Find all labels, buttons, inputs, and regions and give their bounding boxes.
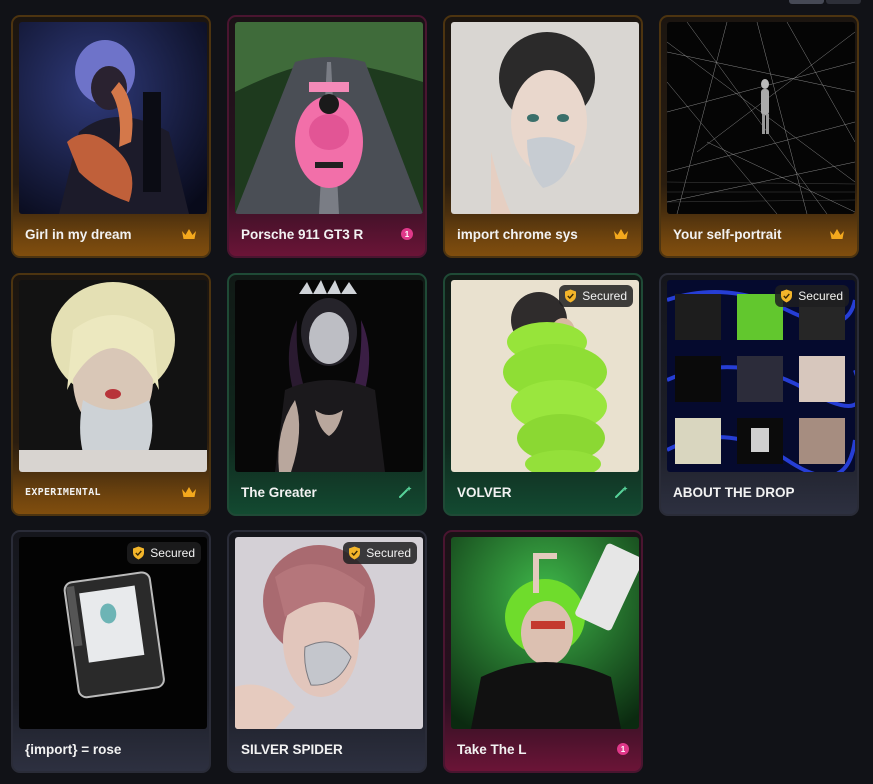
nft-image: Secured bbox=[667, 280, 855, 472]
nft-image: Secured bbox=[451, 280, 639, 472]
nft-card[interactable]: EXPERIMENTAL bbox=[11, 273, 211, 516]
nft-title: VOLVER bbox=[457, 484, 512, 500]
crown-icon bbox=[830, 229, 844, 239]
nft-title: EXPERIMENTAL bbox=[25, 486, 101, 498]
magic-wand-icon bbox=[399, 486, 412, 498]
nft-image bbox=[451, 22, 639, 214]
nft-image bbox=[451, 537, 639, 729]
crown-icon bbox=[182, 487, 196, 497]
nft-card[interactable]: Secured {import} = rose bbox=[11, 530, 211, 773]
nft-image bbox=[235, 280, 423, 472]
nft-card[interactable]: Your self-portrait bbox=[659, 15, 859, 258]
nft-card[interactable]: Take The L 1 bbox=[443, 530, 643, 773]
nft-title: SILVER SPIDER bbox=[241, 741, 343, 757]
nft-title: The Greater bbox=[241, 484, 317, 500]
secured-badge: Secured bbox=[343, 542, 417, 564]
nft-title: Girl in my dream bbox=[25, 226, 132, 242]
secured-badge: Secured bbox=[775, 285, 849, 307]
nft-card[interactable]: Secured SILVER SPIDER bbox=[227, 530, 427, 773]
nft-title: Porsche 911 GT3 R bbox=[241, 226, 364, 242]
nft-image bbox=[19, 280, 207, 472]
nft-image: Secured bbox=[235, 537, 423, 729]
shield-check-icon bbox=[565, 289, 577, 303]
shield-check-icon bbox=[349, 546, 361, 560]
nft-card[interactable]: Secured ABOUT THE DROP bbox=[659, 273, 859, 516]
notification-count-badge: 1 bbox=[401, 228, 413, 240]
nft-card[interactable]: import chrome sys bbox=[443, 15, 643, 258]
nft-card[interactable]: The Greater bbox=[227, 273, 427, 516]
nft-image: Secured bbox=[19, 537, 207, 729]
crown-icon bbox=[182, 229, 196, 239]
nft-title: ABOUT THE DROP bbox=[673, 484, 795, 500]
secured-label: Secured bbox=[798, 289, 843, 303]
nft-image bbox=[19, 22, 207, 214]
magic-wand-icon bbox=[615, 486, 628, 498]
nft-card[interactable]: Girl in my dream bbox=[11, 15, 211, 258]
view-toggle-grid[interactable] bbox=[789, 0, 824, 4]
crown-icon bbox=[614, 229, 628, 239]
secured-badge: Secured bbox=[559, 285, 633, 307]
nft-title: Your self-portrait bbox=[673, 226, 782, 242]
nft-title: import chrome sys bbox=[457, 226, 578, 242]
secured-label: Secured bbox=[582, 289, 627, 303]
view-toggle-list[interactable] bbox=[826, 0, 861, 4]
secured-badge: Secured bbox=[127, 542, 201, 564]
shield-check-icon bbox=[781, 289, 793, 303]
notification-count-badge: 1 bbox=[617, 743, 629, 755]
nft-image bbox=[667, 22, 855, 214]
secured-label: Secured bbox=[150, 546, 195, 560]
nft-card[interactable]: Secured VOLVER bbox=[443, 273, 643, 516]
nft-image bbox=[235, 22, 423, 214]
view-toggle[interactable] bbox=[789, 0, 861, 4]
secured-label: Secured bbox=[366, 546, 411, 560]
nft-title: Take The L bbox=[457, 741, 527, 757]
nft-card[interactable]: Porsche 911 GT3 R 1 bbox=[227, 15, 427, 258]
nft-title: {import} = rose bbox=[25, 741, 122, 757]
shield-check-icon bbox=[133, 546, 145, 560]
